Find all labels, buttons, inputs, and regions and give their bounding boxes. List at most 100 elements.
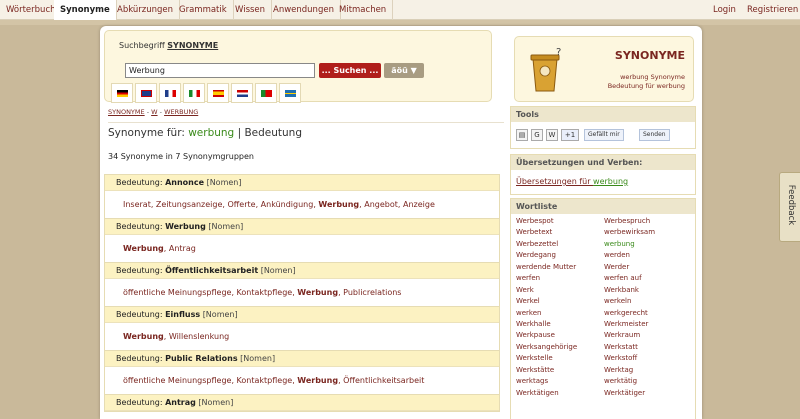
- wikipedia-icon[interactable]: W: [546, 129, 558, 141]
- wordlist-item[interactable]: Werbezettel: [516, 239, 604, 250]
- wordlist-item[interactable]: Werksangehörige: [516, 342, 604, 353]
- group-synonyms[interactable]: Inserat, Zeitungsanzeige, Offerte, Ankün…: [105, 191, 499, 219]
- flag-spanish-icon[interactable]: [207, 83, 229, 103]
- wordlist-item[interactable]: Werdegang: [516, 250, 604, 261]
- feedback-label: Feedback: [786, 184, 796, 226]
- synonyms-text[interactable]: Inserat, Zeitungsanzeige, Offerte, Ankün…: [123, 200, 318, 209]
- nav-synonyme[interactable]: Synonyme: [54, 0, 117, 20]
- login-link[interactable]: Login: [707, 0, 742, 20]
- synonyms-text[interactable]: öffentliche Meinungspflege, Kontaktpfleg…: [123, 288, 297, 297]
- flag-italian-icon[interactable]: [183, 83, 205, 103]
- group-synonyms[interactable]: öffentliche Meinungspflege, Kontaktpfleg…: [105, 279, 499, 307]
- tools-title: Tools: [511, 107, 695, 122]
- print-icon[interactable]: ▤: [516, 129, 528, 141]
- wordlist-item[interactable]: Werkraum: [604, 330, 692, 341]
- translations-link[interactable]: Übersetzungen für: [516, 177, 593, 186]
- search-input[interactable]: Werbung: [125, 63, 315, 78]
- feedback-tab[interactable]: Feedback: [779, 172, 800, 242]
- wordlist-item[interactable]: werfen auf: [604, 273, 692, 284]
- flag-english-icon[interactable]: [135, 83, 157, 103]
- wordlist-item[interactable]: Werkbank: [604, 285, 692, 296]
- breadcrumb-werbung[interactable]: WERBUNG: [164, 108, 198, 116]
- wordlist-item[interactable]: werktags: [516, 376, 604, 387]
- wordlist-item[interactable]: Werkpause: [516, 330, 604, 341]
- group-synonyms[interactable]: Werbung, Antrag: [105, 235, 499, 263]
- wordlist-item[interactable]: Werkstätte: [516, 365, 604, 376]
- wordlist-item[interactable]: Werbetext: [516, 227, 604, 238]
- synonym-group: Bedeutung: Öffentlichkeitsarbeit [Nomen]…: [104, 262, 500, 308]
- google-icon[interactable]: G: [531, 129, 543, 141]
- nav-anwendungen[interactable]: Anwendungen: [267, 0, 341, 20]
- wordlist-item[interactable]: Werder: [604, 262, 692, 273]
- wordlist-item[interactable]: werkeln: [604, 296, 692, 307]
- group-type: [Nomen]: [198, 398, 234, 407]
- synonyms-text[interactable]: , Antrag: [164, 244, 196, 253]
- wordlist-item[interactable]: werken: [516, 308, 604, 319]
- nav-abkuerzungen[interactable]: Abkürzungen: [111, 0, 181, 20]
- special-chars-button[interactable]: äöü ▼: [384, 63, 424, 78]
- register-link[interactable]: Registrieren: [741, 0, 800, 20]
- wordlist-item[interactable]: Werkstelle: [516, 353, 604, 364]
- wordlist-item[interactable]: werdende Mutter: [516, 262, 604, 273]
- search-label: Suchbegriff SYNONYME: [119, 41, 218, 50]
- send-button[interactable]: Senden: [639, 129, 670, 141]
- synonym-group: Bedeutung: Einfluss [Nomen] Werbung, Wil…: [104, 306, 500, 352]
- wordlist-item[interactable]: Werktätiger: [604, 388, 692, 399]
- translations-link-term[interactable]: werbung: [593, 177, 628, 186]
- top-navigation: Wörterbuch Synonyme Abkürzungen Grammati…: [0, 0, 800, 20]
- flag-german-icon[interactable]: [111, 83, 133, 103]
- wordlist-item[interactable]: werktätig: [604, 376, 692, 387]
- group-header: Bedeutung: Öffentlichkeitsarbeit [Nomen]: [105, 263, 499, 279]
- synonyms-text[interactable]: , Willenslenkung: [164, 332, 229, 341]
- wordlist-item[interactable]: Werkmeister: [604, 319, 692, 330]
- synonyme-logo: ? SYNONYME werbung Synonyme Bedeutung fü…: [514, 36, 694, 102]
- wordlist-item[interactable]: werkgerecht: [604, 308, 692, 319]
- wordlist-item[interactable]: Werbespot: [516, 216, 604, 227]
- wordlist-item[interactable]: werbung: [604, 239, 692, 250]
- wordlist-item[interactable]: werfen: [516, 273, 604, 284]
- group-label: Bedeutung:: [116, 266, 163, 275]
- wordlist-item[interactable]: werden: [604, 250, 692, 261]
- synonym-highlight[interactable]: Werbung: [123, 332, 164, 341]
- nav-mitmachen[interactable]: Mitmachen: [333, 0, 394, 20]
- wordlist-item[interactable]: Werkel: [516, 296, 604, 307]
- synonyms-text[interactable]: öffentliche Meinungspflege, Kontaktpfleg…: [123, 376, 297, 385]
- title-separator: |: [237, 127, 242, 139]
- flag-swedish-icon[interactable]: [279, 83, 301, 103]
- group-synonyms[interactable]: Werbung, Willenslenkung: [105, 323, 499, 351]
- group-type: [Nomen]: [240, 354, 276, 363]
- flag-dutch-icon[interactable]: [231, 83, 253, 103]
- wordlist-item[interactable]: Werkstoff: [604, 353, 692, 364]
- group-meaning: Einfluss: [165, 310, 201, 319]
- wordlist-item[interactable]: Werktag: [604, 365, 692, 376]
- synonym-highlight[interactable]: Werbung: [318, 200, 359, 209]
- nav-wissen[interactable]: Wissen: [229, 0, 273, 20]
- group-meaning: Antrag: [165, 398, 196, 407]
- flag-portuguese-icon[interactable]: [255, 83, 277, 103]
- wordlist-item[interactable]: Werktätigen: [516, 388, 604, 399]
- wordlist-item[interactable]: Werbespruch: [604, 216, 692, 227]
- search-button[interactable]: ... Suchen ...: [319, 63, 381, 78]
- synonyms-text[interactable]: , Öffentlichkeitsarbeit: [338, 376, 424, 385]
- breadcrumb-synonyme[interactable]: SYNONYME: [108, 108, 145, 116]
- group-synonyms[interactable]: öffentliche Meinungspflege, Kontaktpfleg…: [105, 367, 499, 395]
- wordlist-item[interactable]: Werkstatt: [604, 342, 692, 353]
- wordlist-item[interactable]: Werkhalle: [516, 319, 604, 330]
- wordlist-item[interactable]: Werk: [516, 285, 604, 296]
- synonym-group: Bedeutung: Antrag [Nomen]: [104, 394, 500, 412]
- facebook-like-button[interactable]: Gefällt mir: [584, 129, 624, 141]
- wordlist-item[interactable]: werbewirksam: [604, 227, 692, 238]
- google-plus-icon[interactable]: +1: [561, 129, 579, 141]
- synonyms-text[interactable]: , Publicrelations: [338, 288, 401, 297]
- synonym-highlight[interactable]: Werbung: [297, 288, 338, 297]
- synonym-group: Bedeutung: Public Relations [Nomen] öffe…: [104, 350, 500, 396]
- synonym-highlight[interactable]: Werbung: [123, 244, 164, 253]
- synonyms-text[interactable]: , Angebot, Anzeige: [359, 200, 435, 209]
- translations-box: Übersetzungen und Verben: Übersetzungen …: [510, 154, 696, 195]
- search-label-strong[interactable]: SYNONYME: [167, 41, 218, 50]
- nav-grammatik[interactable]: Grammatik: [173, 0, 234, 20]
- synonym-highlight[interactable]: Werbung: [297, 376, 338, 385]
- breadcrumb-w[interactable]: W: [151, 108, 157, 116]
- flag-french-icon[interactable]: [159, 83, 181, 103]
- group-label: Bedeutung:: [116, 222, 163, 231]
